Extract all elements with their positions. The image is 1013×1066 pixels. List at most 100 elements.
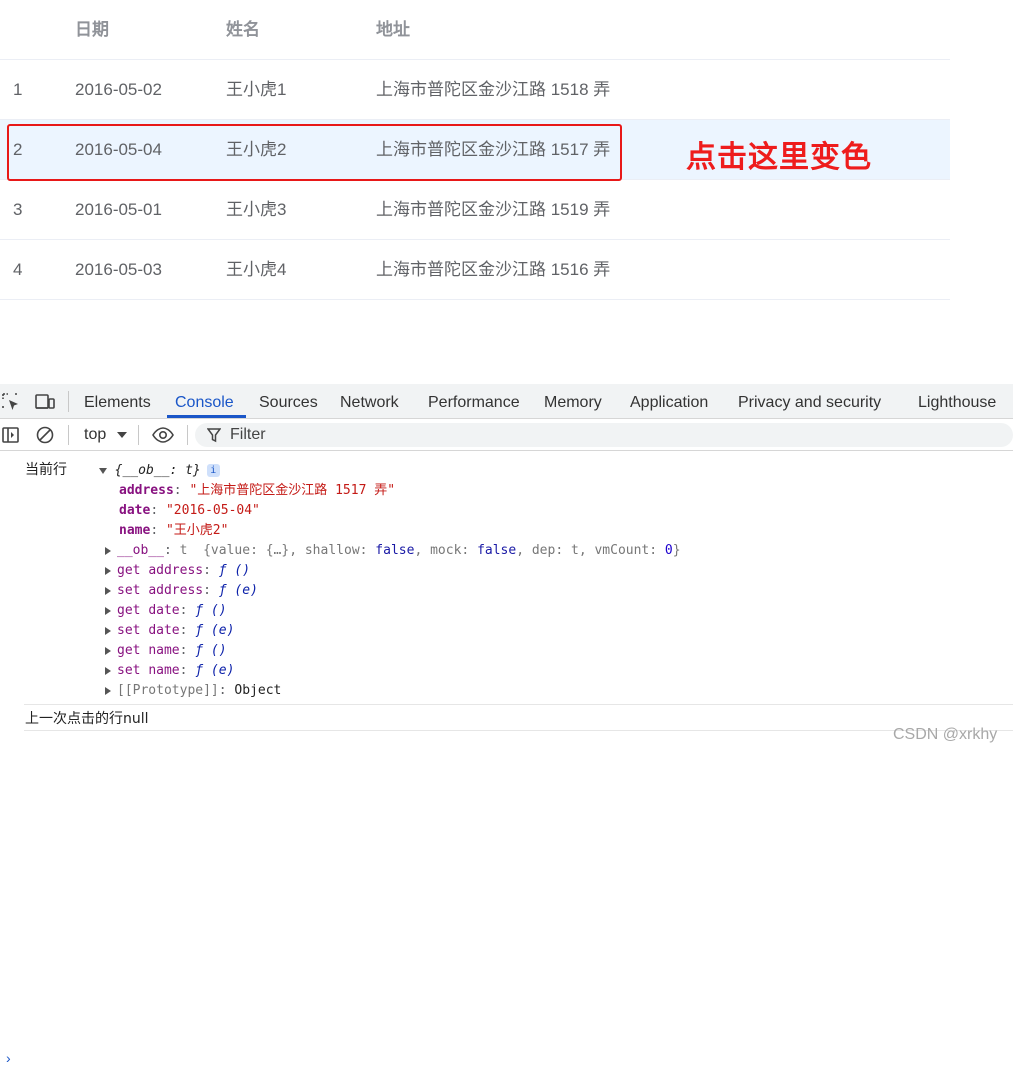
accessor-sig: ƒ (e) [195, 663, 235, 678]
expand-triangle-icon[interactable] [105, 666, 111, 675]
row-address: 上海市普陀区金沙江路 1519 弄 [376, 200, 611, 219]
context-selector[interactable]: top [84, 419, 127, 450]
highlight-box [7, 124, 622, 181]
console-output: 当前行 {__ob__: t} i address: "上海市普陀区金沙江路 15… [0, 452, 1013, 754]
tab-application[interactable]: Application [630, 384, 708, 418]
accessor-row[interactable]: set name: ƒ (e) [105, 661, 234, 681]
ob-preview: 0 [664, 543, 673, 558]
prop-date: date: "2016-05-04" [119, 503, 260, 518]
expand-triangle-icon[interactable] [105, 626, 111, 635]
prop-value: Object [234, 683, 282, 698]
accessor-name: date [148, 603, 180, 618]
clear-console-icon[interactable] [35, 425, 55, 445]
log-divider [24, 704, 1013, 705]
accessor-row[interactable]: set address: ƒ (e) [105, 581, 258, 601]
annotation-text: 点击这里变色 [686, 140, 872, 175]
expand-triangle-icon[interactable] [105, 546, 111, 555]
ob-preview: false [375, 543, 415, 558]
prop-value: "王小虎2" [165, 523, 229, 538]
row-address: 上海市普陀区金沙江路 1516 弄 [376, 260, 611, 279]
header-name[interactable]: 姓名 [226, 0, 260, 60]
prop-name: name: "王小虎2" [119, 523, 229, 538]
expand-triangle-icon[interactable] [98, 467, 107, 474]
tab-elements[interactable]: Elements [84, 384, 151, 418]
accessor-row[interactable]: get name: ƒ () [105, 641, 227, 661]
row-index: 4 [13, 260, 23, 279]
prop-key: [[Prototype]] [117, 683, 219, 698]
row-index: 3 [13, 200, 23, 219]
accessor-name: address [148, 563, 204, 578]
accessor-prefix: get [117, 603, 141, 618]
accessor-name: date [148, 623, 180, 638]
ob-preview: {value: {…}, shallow: [203, 543, 376, 558]
accessor-prefix: set [117, 663, 141, 678]
prop-key: name [119, 523, 151, 538]
tab-privacy-security[interactable]: Privacy and security [738, 384, 881, 418]
tab-memory[interactable]: Memory [544, 384, 602, 418]
tab-performance[interactable]: Performance [428, 384, 520, 418]
accessor-prefix: set [117, 623, 141, 638]
header-date[interactable]: 日期 [75, 0, 109, 60]
ob-preview: false [477, 543, 517, 558]
row-name: 王小虎1 [226, 80, 287, 99]
row-name: 王小虎3 [226, 200, 287, 219]
accessor-row[interactable]: get date: ƒ () [105, 601, 227, 621]
log-entry-last-row: 上一次点击的行null [25, 709, 149, 729]
accessor-sig: ƒ (e) [218, 583, 258, 598]
sidebar-toggle-icon[interactable] [1, 425, 21, 445]
expand-triangle-icon[interactable] [105, 566, 111, 575]
chevron-down-icon [116, 431, 127, 438]
prop-prototype[interactable]: [[Prototype]]: Object [105, 681, 281, 701]
tab-console[interactable]: Console [167, 384, 246, 418]
row-address: 上海市普陀区金沙江路 1518 弄 [376, 80, 611, 99]
prop-address: address: "上海市普陀区金沙江路 1517 弄" [119, 483, 396, 498]
tab-network[interactable]: Network [340, 384, 399, 418]
prop-key: date [119, 503, 151, 518]
expand-triangle-icon[interactable] [105, 646, 111, 655]
info-icon: i [206, 464, 220, 477]
row-date: 2016-05-03 [75, 260, 162, 279]
accessor-sig: ƒ () [195, 603, 227, 618]
table-row[interactable]: 1 2016-05-02 王小虎1 上海市普陀区金沙江路 1518 弄 [0, 60, 950, 120]
watermark: CSDN @xrkhy [893, 726, 998, 743]
tab-lighthouse[interactable]: Lighthouse [918, 384, 996, 418]
accessor-sig: ƒ () [218, 563, 251, 578]
expand-triangle-icon[interactable] [105, 586, 111, 595]
expand-triangle-icon[interactable] [105, 686, 111, 695]
expand-triangle-icon[interactable] [105, 606, 111, 615]
console-prompt-icon[interactable]: › [6, 1050, 11, 1066]
ob-preview: , mock: [414, 543, 478, 558]
table-row[interactable]: 3 2016-05-01 王小虎3 上海市普陀区金沙江路 1519 弄 [0, 180, 950, 240]
accessor-prefix: set [117, 583, 141, 598]
table-header: 日期 姓名 地址 [0, 0, 950, 60]
row-index: 1 [13, 80, 23, 99]
row-date: 2016-05-01 [75, 200, 162, 219]
filter-placeholder: Filter [230, 426, 266, 443]
accessor-name: address [148, 583, 204, 598]
prop-ob[interactable]: __ob__: t {value: {…}, shallow: false, m… [105, 541, 681, 561]
prop-value: "上海市普陀区金沙江路 1517 弄" [189, 483, 396, 498]
inspect-element-icon[interactable] [1, 392, 21, 412]
tab-sources[interactable]: Sources [259, 384, 318, 418]
prop-key: __ob__ [117, 543, 164, 558]
log-divider [24, 730, 1013, 731]
accessor-prefix: get [117, 643, 141, 658]
device-toolbar-icon[interactable] [34, 392, 55, 412]
header-address[interactable]: 地址 [376, 0, 410, 60]
accessor-row[interactable]: set date: ƒ (e) [105, 621, 234, 641]
eye-icon[interactable] [151, 425, 174, 445]
row-date: 2016-05-02 [75, 80, 162, 99]
accessor-name: name [148, 643, 180, 658]
table-row[interactable]: 4 2016-05-03 王小虎4 上海市普陀区金沙江路 1516 弄 [0, 240, 950, 300]
ob-preview: , dep: t, vmCount: [516, 543, 665, 558]
devtools-tabbar: Elements Console Sources Network Perform… [0, 384, 1013, 419]
object-preview[interactable]: {__ob__: t} [115, 463, 201, 478]
accessor-name: name [148, 663, 180, 678]
devtools-panel: Elements Console Sources Network Perform… [0, 384, 1013, 1066]
filter-input[interactable]: Filter [195, 423, 1013, 447]
log-text: 上一次点击的行null [25, 711, 149, 727]
accessor-sig: ƒ (e) [195, 623, 235, 638]
prop-key: address [119, 483, 174, 498]
accessor-row[interactable]: get address: ƒ () [105, 561, 250, 581]
filter-icon [206, 427, 222, 448]
